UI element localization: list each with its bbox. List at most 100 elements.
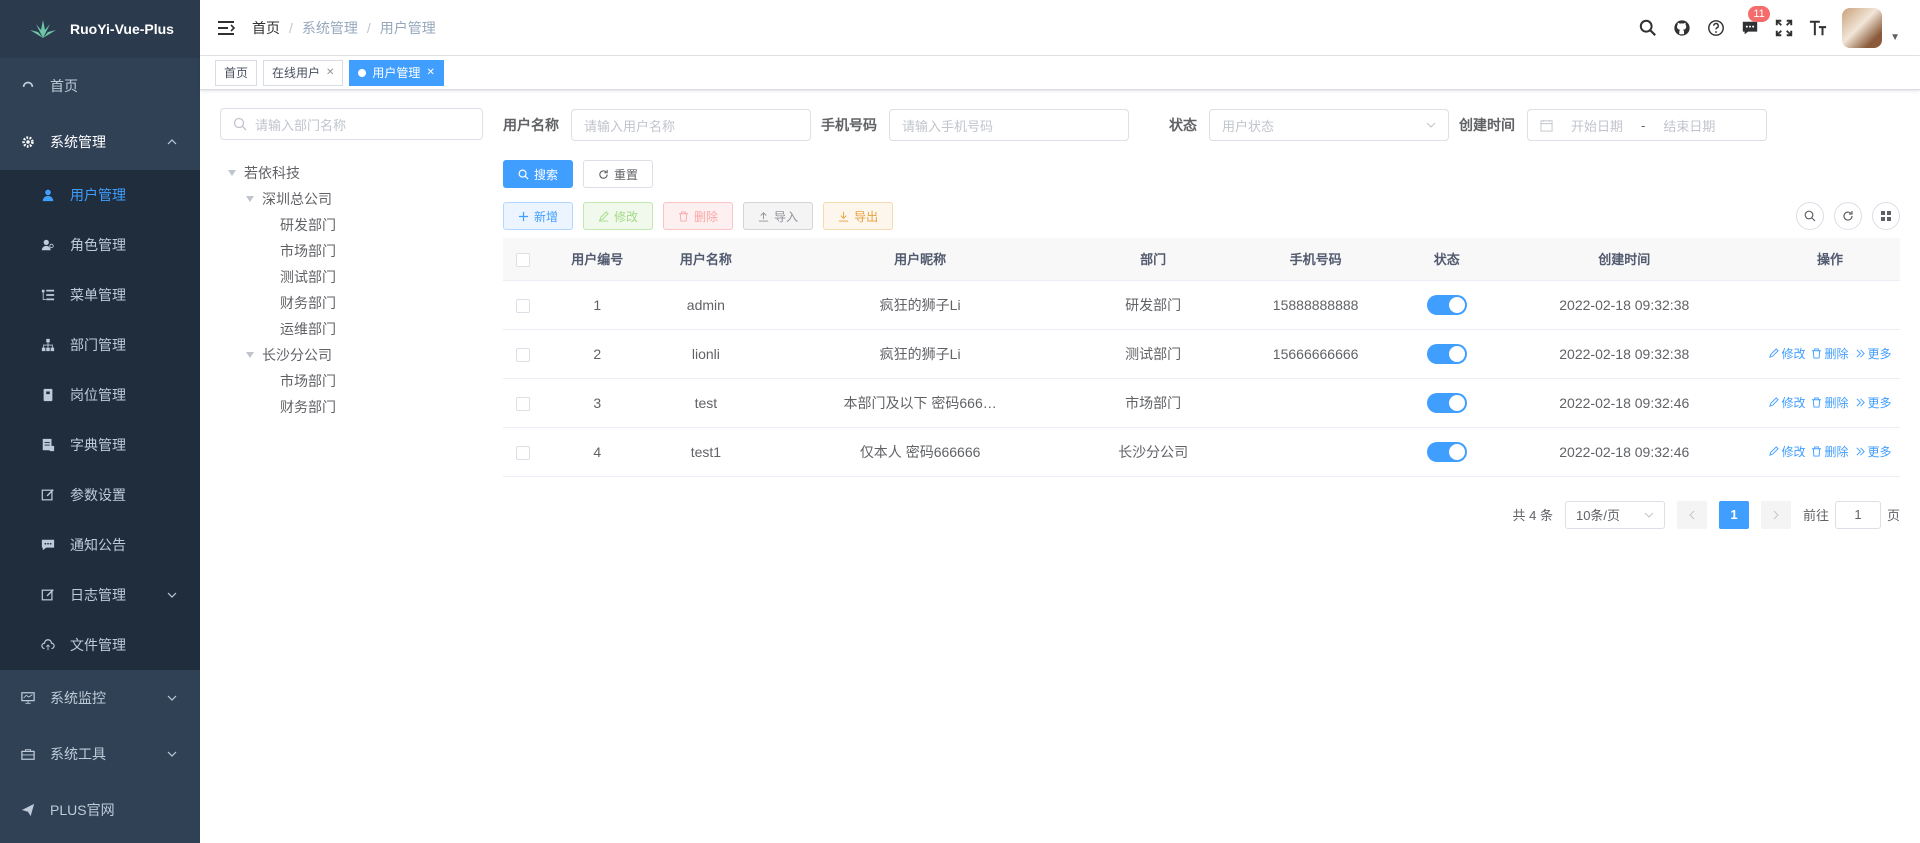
hamburger-icon[interactable] [216, 18, 236, 38]
double-arrow-right-icon [1856, 349, 1865, 358]
row-checkbox[interactable] [516, 298, 530, 313]
form-item-phone: 手机号码 请输入手机号码 [821, 109, 1129, 141]
row-more-link[interactable]: 更多 [1855, 443, 1892, 460]
close-icon[interactable]: ✕ [326, 67, 334, 78]
status-switch[interactable] [1426, 392, 1467, 413]
github-icon[interactable] [1672, 18, 1692, 38]
columns-button[interactable] [1872, 202, 1900, 230]
sidebar-item-log[interactable]: 日志管理 [0, 570, 200, 620]
sidebar-item-config[interactable]: 参数设置 [0, 470, 200, 520]
message-icon[interactable]: 11 [1740, 6, 1771, 38]
edit-icon [40, 487, 56, 503]
tree-node-leaf[interactable]: 财务部门 [220, 290, 483, 316]
tree-node-leaf[interactable]: 财务部门 [220, 394, 483, 420]
sidebar-item-menu[interactable]: 菜单管理 [0, 270, 200, 320]
sidebar-item-monitor[interactable]: 系统监控 [0, 670, 200, 726]
font-size-icon[interactable] [1808, 18, 1828, 38]
row-edit-link[interactable]: 修改 [1768, 345, 1805, 362]
page-size-select[interactable]: 10条/页 [1564, 500, 1665, 529]
status-switch[interactable] [1426, 294, 1467, 315]
tree-node-leaf[interactable]: 研发部门 [220, 212, 483, 238]
select-all-checkbox[interactable] [516, 252, 530, 267]
tag-user-manage[interactable]: 用户管理 ✕ [349, 59, 444, 86]
tree-node-leaf[interactable]: 市场部门 [220, 368, 483, 394]
sidebar-item-tools[interactable]: 系统工具 [0, 726, 200, 782]
tree-node-leaf[interactable]: 运维部门 [220, 316, 483, 342]
download-icon [838, 211, 849, 222]
tree-node-branch[interactable]: 深圳总公司 [220, 186, 483, 212]
tree-node-leaf[interactable]: 市场部门 [220, 238, 483, 264]
tree-node-leaf[interactable]: 测试部门 [220, 264, 483, 290]
sidebar-item-file[interactable]: 文件管理 [0, 620, 200, 670]
toolbox-icon [20, 746, 36, 762]
caret-down-icon[interactable] [246, 196, 254, 202]
notice-badge: 11 [1748, 6, 1771, 22]
tag-online-user[interactable]: 在线用户 ✕ [263, 59, 344, 86]
sidebar-item-user[interactable]: 用户管理 [0, 170, 200, 220]
sidebar-item-home[interactable]: 首页 [0, 58, 200, 114]
created-label: 创建时间 [1459, 117, 1515, 133]
cell-created: 2022-02-18 09:32:38 [1488, 280, 1760, 330]
next-page-button[interactable] [1760, 500, 1791, 529]
row-edit-link[interactable]: 修改 [1768, 394, 1805, 411]
breadcrumb-home[interactable]: 首页 [252, 18, 280, 38]
question-icon[interactable] [1706, 18, 1726, 38]
pagination: 共 4 条 10条/页 1 前往 1 页 [503, 500, 1900, 529]
search-icon[interactable] [1638, 18, 1658, 38]
close-icon[interactable]: ✕ [426, 67, 434, 78]
status-select[interactable]: 用户状态 [1209, 109, 1449, 141]
row-checkbox[interactable] [516, 396, 530, 411]
cell-id: 4 [543, 427, 652, 477]
fullscreen-icon[interactable] [1774, 18, 1794, 38]
sidebar-item-role[interactable]: 角色管理 [0, 220, 200, 270]
sidebar-item-post[interactable]: 岗位管理 [0, 370, 200, 420]
delete-button[interactable]: 删除 [663, 202, 734, 230]
date-range-picker[interactable]: 开始日期 - 结束日期 [1527, 109, 1767, 141]
gear-icon [20, 134, 36, 150]
avatar[interactable] [1842, 8, 1883, 48]
page-number-current[interactable]: 1 [1718, 500, 1749, 529]
prev-page-button[interactable] [1676, 500, 1707, 529]
sidebar: RuoYi-Vue-Plus 首页 系统管理 用户管理 角色管理 菜单管理 部门… [0, 0, 200, 843]
table-row: 3 test 本部门及以下 密码666… 市场部门 2022-02-18 09:… [503, 378, 1900, 428]
status-switch[interactable] [1426, 441, 1467, 462]
reset-button[interactable]: 重置 [583, 160, 654, 188]
row-delete-link[interactable]: 删除 [1811, 345, 1849, 362]
add-button[interactable]: 新增 [503, 202, 574, 230]
caret-down-icon[interactable] [246, 352, 254, 358]
dict-icon [40, 437, 56, 453]
row-more-link[interactable]: 更多 [1855, 394, 1892, 411]
export-button[interactable]: 导出 [823, 202, 894, 230]
row-checkbox[interactable] [516, 445, 530, 460]
toggle-search-button[interactable] [1796, 202, 1824, 230]
sidebar-item-system[interactable]: 系统管理 [0, 114, 200, 170]
row-delete-link[interactable]: 删除 [1811, 443, 1849, 460]
import-button[interactable]: 导入 [743, 202, 814, 230]
refresh-button[interactable] [1834, 202, 1862, 230]
row-checkbox[interactable] [516, 347, 530, 362]
tag-home[interactable]: 首页 [215, 59, 258, 86]
sidebar-item-notice[interactable]: 通知公告 [0, 520, 200, 570]
status-switch[interactable] [1426, 343, 1467, 364]
edit-button[interactable]: 修改 [583, 202, 654, 230]
sidebar-item-dict[interactable]: 字典管理 [0, 420, 200, 470]
cell-id: 2 [543, 329, 652, 379]
phone-input[interactable]: 请输入手机号码 [889, 109, 1129, 141]
search-button[interactable]: 搜索 [503, 160, 574, 188]
row-more-link[interactable]: 更多 [1855, 345, 1892, 362]
goto-input[interactable]: 1 [1834, 500, 1881, 529]
dept-search-input[interactable]: 请输入部门名称 [220, 108, 483, 140]
col-header: 手机号码 [1226, 238, 1406, 281]
caret-down-icon[interactable]: ▼ [1890, 32, 1900, 43]
page-unit: 页 [1886, 508, 1900, 523]
tree-node-root[interactable]: 若依科技 [220, 160, 483, 186]
username-input[interactable]: 请输入用户名称 [571, 109, 811, 141]
sidebar-item-plus-site[interactable]: PLUS官网 [0, 782, 200, 838]
row-edit-link[interactable]: 修改 [1768, 443, 1805, 460]
row-delete-link[interactable]: 删除 [1811, 394, 1849, 411]
sidebar-item-dept[interactable]: 部门管理 [0, 320, 200, 370]
tree-node-branch[interactable]: 长沙分公司 [220, 342, 483, 368]
logo[interactable]: RuoYi-Vue-Plus [0, 0, 200, 58]
caret-down-icon[interactable] [228, 170, 236, 176]
breadcrumb-system[interactable]: 系统管理 [302, 18, 358, 38]
